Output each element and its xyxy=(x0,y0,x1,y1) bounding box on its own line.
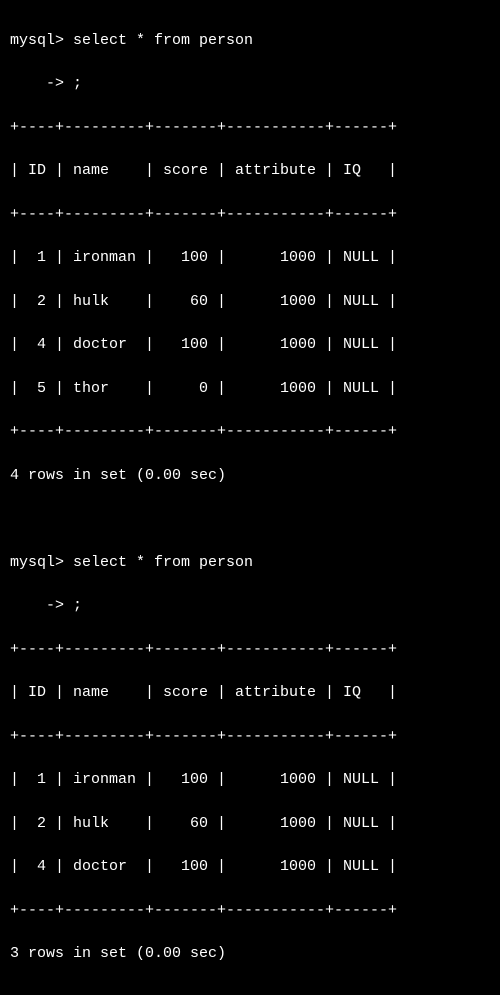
blank-line xyxy=(10,508,490,530)
terminal-output: mysql> select * from person -> ; +----+-… xyxy=(0,0,500,995)
mysql-prompt: mysql> xyxy=(10,32,64,49)
sql-terminator: ; xyxy=(73,75,82,92)
table-border: +----+---------+-------+-----------+----… xyxy=(10,117,490,139)
table-header: | ID | name | score | attribute | IQ | xyxy=(10,160,490,182)
table-row: | 1 | ironman | 100 | 1000 | NULL | xyxy=(10,247,490,269)
query-continuation-line: -> ; xyxy=(10,595,490,617)
status-line: 4 rows in set (0.00 sec) xyxy=(10,465,490,487)
table-row: | 2 | hulk | 60 | 1000 | NULL | xyxy=(10,813,490,835)
table-row: | 5 | thor | 0 | 1000 | NULL | xyxy=(10,378,490,400)
sql-terminator: ; xyxy=(73,597,82,614)
mysql-prompt: mysql> xyxy=(10,554,64,571)
table-border: +----+---------+-------+-----------+----… xyxy=(10,900,490,922)
table-header: | ID | name | score | attribute | IQ | xyxy=(10,682,490,704)
table-row: | 2 | hulk | 60 | 1000 | NULL | xyxy=(10,291,490,313)
status-line: 3 rows in set (0.00 sec) xyxy=(10,943,490,965)
sql-statement: select * from person xyxy=(73,32,253,49)
table-border: +----+---------+-------+-----------+----… xyxy=(10,421,490,443)
query-continuation-line: -> ; xyxy=(10,73,490,95)
sql-statement: select * from person xyxy=(73,554,253,571)
continuation-prompt: -> xyxy=(10,75,64,92)
table-row: | 4 | doctor | 100 | 1000 | NULL | xyxy=(10,856,490,878)
query-prompt-line: mysql> select * from person xyxy=(10,552,490,574)
continuation-prompt: -> xyxy=(10,597,64,614)
table-row: | 1 | ironman | 100 | 1000 | NULL | xyxy=(10,769,490,791)
table-border: +----+---------+-------+-----------+----… xyxy=(10,204,490,226)
table-border: +----+---------+-------+-----------+----… xyxy=(10,726,490,748)
table-border: +----+---------+-------+-----------+----… xyxy=(10,639,490,661)
query-prompt-line: mysql> select * from person xyxy=(10,30,490,52)
table-row: | 4 | doctor | 100 | 1000 | NULL | xyxy=(10,334,490,356)
